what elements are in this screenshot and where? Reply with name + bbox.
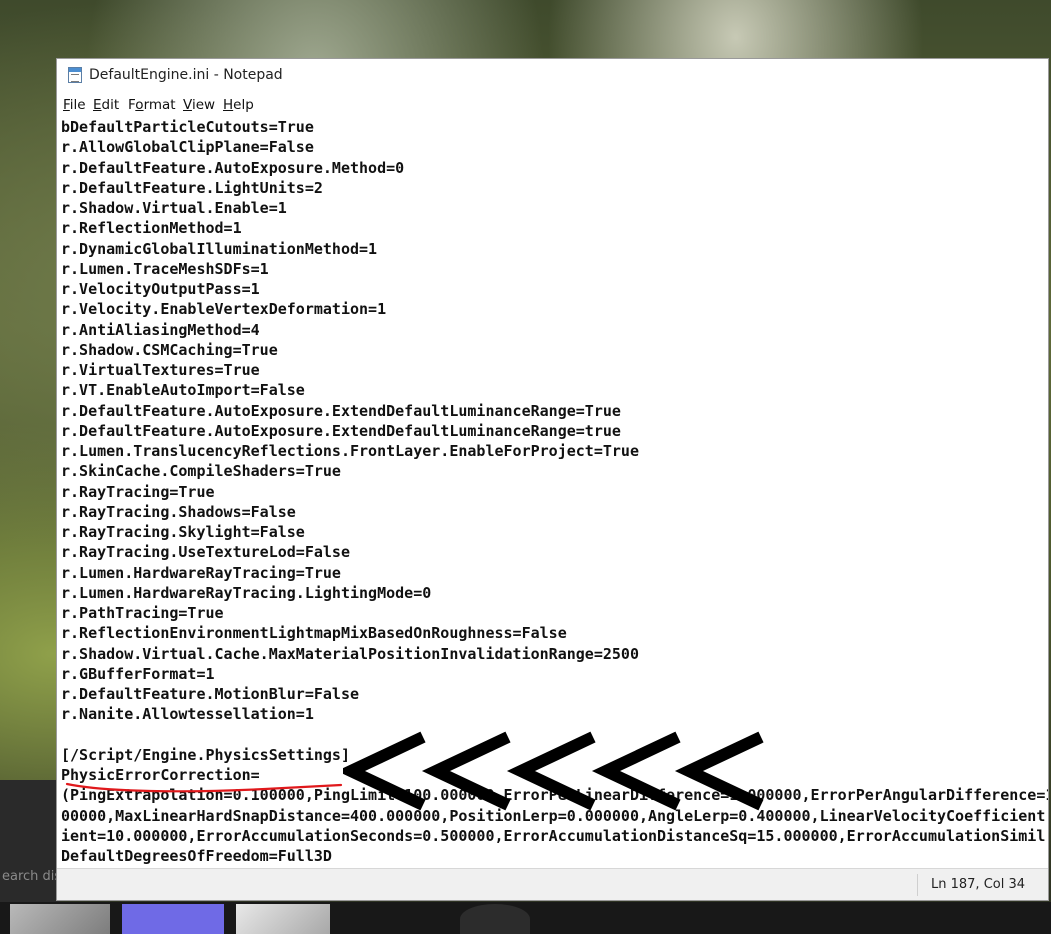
- menu-format[interactable]: Format: [128, 97, 176, 113]
- text-line: r.VT.EnableAutoImport=False: [61, 381, 305, 400]
- text-line: r.Nanite.Allowtessellation=1: [61, 705, 314, 724]
- text-line: r.RayTracing=True: [61, 482, 215, 501]
- menu-file[interactable]: File: [63, 97, 86, 113]
- text-line: r.SkinCache.CompileShaders=True: [61, 462, 341, 481]
- menu-label-rest: rmat: [143, 97, 176, 113]
- notepad-icon: [68, 67, 82, 83]
- text-line: r.DefaultFeature.AutoExposure.ExtendDefa…: [61, 401, 621, 420]
- thumbnail[interactable]: [10, 904, 110, 934]
- window-title: DefaultEngine.ini - Notepad: [89, 67, 283, 83]
- status-bar: Ln 187, Col 34: [57, 868, 1048, 900]
- arrow-chevron: [506, 731, 596, 811]
- text-line: r.DefaultFeature.AutoExposure.ExtendDefa…: [61, 421, 621, 440]
- menu-mnemonic: V: [183, 97, 192, 113]
- menu-edit[interactable]: Edit: [93, 97, 119, 113]
- menu-bar: File Edit Format View Help: [57, 95, 1048, 117]
- cursor-position: Ln 187, Col 34: [931, 877, 1026, 892]
- text-line: r.Shadow.Virtual.Cache.MaxMaterialPositi…: [61, 644, 639, 663]
- menu-label-rest: elp: [233, 97, 254, 113]
- arrow-chevron: [674, 731, 764, 811]
- text-line: DefaultDegreesOfFreedom=Full3D: [61, 847, 332, 865]
- text-line: r.ReflectionEnvironmentLightmapMixBasedO…: [61, 624, 567, 643]
- text-line: r.Shadow.Virtual.Enable=1: [61, 199, 287, 217]
- title-bar[interactable]: DefaultEngine.ini - Notepad: [57, 59, 1048, 93]
- text-line: r.RayTracing.Skylight=False: [61, 523, 305, 541]
- text-line: r.VirtualTextures=True: [61, 361, 260, 379]
- arrow-chevron: [343, 731, 426, 811]
- text-line: r.VelocityOutputPass=1: [61, 280, 260, 298]
- red-underline-annotation: [65, 782, 343, 793]
- arrow-chevron: [421, 731, 511, 811]
- text-line: r.ReflectionMethod=1: [61, 219, 242, 238]
- text-line: r.RayTracing.Shadows=False: [61, 502, 296, 521]
- text-line: r.DefaultFeature.MotionBlur=False: [61, 685, 360, 703]
- menu-label-rest: ile: [69, 97, 86, 113]
- menu-label-rest: dit: [101, 97, 120, 113]
- arrows-annotation: [343, 731, 764, 811]
- text-line: r.RayTracing.UseTextureLod=False: [61, 543, 350, 562]
- text-line: r.DynamicGlobalIlluminationMethod=1: [61, 239, 378, 258]
- notepad-window: DefaultEngine.ini - Notepad File Edit Fo…: [56, 58, 1049, 901]
- thumbnail[interactable]: [460, 904, 530, 934]
- menu-label-rest: iew: [191, 97, 216, 113]
- menu-view[interactable]: View: [183, 97, 215, 113]
- text-line: r.Lumen.TraceMeshSDFs=1: [61, 259, 269, 278]
- background-search-field: earch dis: [2, 869, 60, 884]
- text-editor[interactable]: bDefaultParticleCutouts=True r.AllowGloba…: [57, 117, 1048, 869]
- menu-mnemonic: E: [93, 97, 102, 113]
- arrow-chevron: [591, 731, 681, 811]
- text-line: r.Lumen.HardwareRayTracing=True: [61, 563, 341, 582]
- text-line: r.Lumen.TranslucencyReflections.FrontLay…: [61, 442, 639, 460]
- text-line: ient=10.000000,ErrorAccumulationSeconds=…: [61, 826, 1046, 845]
- text-line: r.Velocity.EnableVertexDeformation=1: [61, 300, 387, 319]
- text-line: r.AntiAliasingMethod=4: [61, 320, 260, 339]
- menu-mnemonic: o: [135, 97, 144, 113]
- background-thumbnail-strip: [0, 902, 1051, 934]
- text-line: bDefaultParticleCutouts=True: [61, 118, 314, 136]
- status-separator: [917, 874, 918, 896]
- text-line: r.DefaultFeature.LightUnits=2: [61, 178, 323, 197]
- text-line: r.Lumen.HardwareRayTracing.LightingMode=…: [61, 583, 432, 602]
- text-line: r.GBufferFormat=1: [61, 664, 215, 683]
- text-line: r.PathTracing=True: [61, 604, 224, 622]
- text-line: r.DefaultFeature.AutoExposure.Method=0: [61, 158, 405, 177]
- thumbnail[interactable]: [236, 904, 330, 934]
- thumbnail[interactable]: [122, 904, 224, 934]
- menu-help[interactable]: Help: [223, 97, 254, 113]
- text-line: r.AllowGlobalClipPlane=False: [61, 138, 314, 157]
- menu-mnemonic: F: [63, 97, 70, 113]
- text-line: r.Shadow.CSMCaching=True: [61, 340, 278, 359]
- menu-mnemonic: H: [223, 97, 234, 113]
